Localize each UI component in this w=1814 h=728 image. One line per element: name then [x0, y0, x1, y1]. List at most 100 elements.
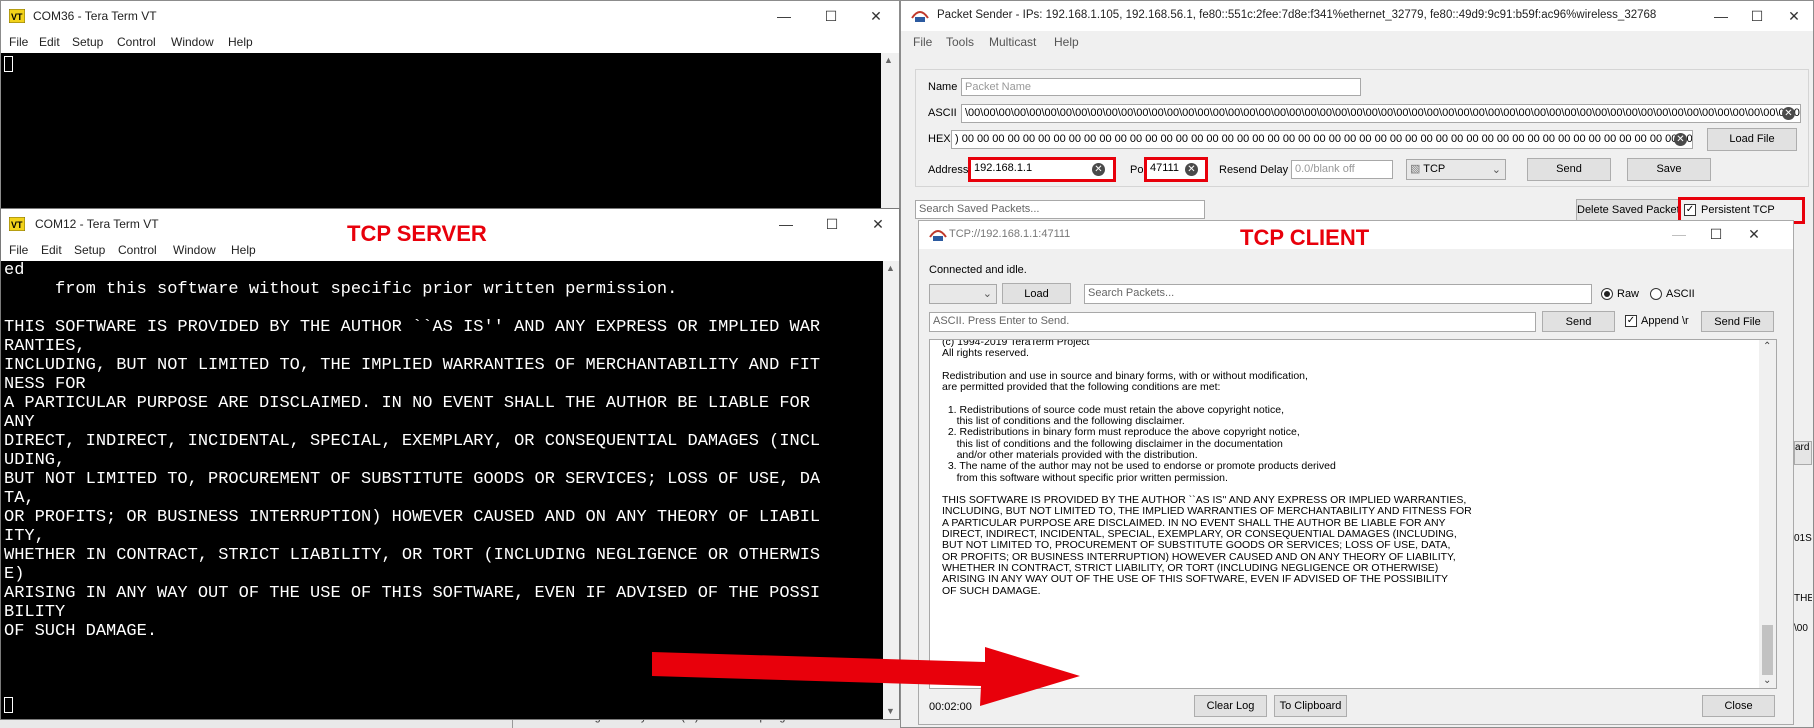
clear-ascii-icon[interactable]: ✕ [1782, 107, 1795, 120]
save-button[interactable]: Save [1627, 158, 1711, 181]
packet-sender-app-icon [929, 228, 947, 242]
close-icon[interactable]: ✕ [1739, 223, 1769, 245]
minimize-icon[interactable]: — [771, 213, 801, 235]
menu-bar: File Tools Multicast Help [901, 31, 1813, 53]
scroll-up-icon[interactable]: ⌃ [1763, 341, 1771, 352]
menu-tools[interactable]: Tools [946, 35, 974, 49]
send-text-input[interactable]: ASCII. Press Enter to Send. [929, 312, 1536, 332]
terminal-line: THIS SOFTWARE IS PROVIDED BY THE AUTHOR … [4, 318, 821, 337]
terminal-line: ARISING IN ANY WAY OUT OF THE USE OF THI… [4, 584, 821, 603]
resend-delay-label: Resend Delay [1219, 164, 1289, 176]
menu-control[interactable]: Control [118, 243, 157, 257]
to-clipboard-button[interactable]: To Clipboard [1274, 695, 1347, 717]
menu-help[interactable]: Help [1054, 35, 1079, 49]
append-cr-checkbox[interactable]: ✓ [1625, 315, 1637, 327]
table-fragment: ard [1794, 441, 1812, 465]
terminal-line: E) [4, 565, 25, 584]
send-button[interactable]: Send [1527, 158, 1611, 181]
menu-setup[interactable]: Setup [74, 243, 105, 257]
terminal-line: INCLUDING, BUT NOT LIMITED TO, THE IMPLI… [4, 356, 821, 375]
menu-window[interactable]: Window [171, 35, 214, 49]
scroll-up-icon[interactable]: ▲ [884, 55, 893, 65]
red-arrow-icon [652, 647, 1080, 706]
minimize-icon[interactable]: — [769, 5, 799, 27]
menu-edit[interactable]: Edit [41, 243, 62, 257]
minimize-icon[interactable]: — [1664, 223, 1694, 245]
raw-radio[interactable] [1601, 288, 1613, 300]
search-saved-packets-input[interactable]: Search Saved Packets... [915, 200, 1205, 219]
address-label: Address [928, 164, 969, 176]
window-title: TCP://192.168.1.1:47111 [949, 228, 1071, 240]
clear-hex-icon[interactable]: ✕ [1674, 133, 1687, 146]
menu-setup[interactable]: Setup [72, 35, 103, 49]
title-bar: Packet Sender - IPs: 192.168.1.105, 192.… [901, 1, 1813, 31]
name-label: Name [928, 81, 958, 93]
menu-file[interactable]: File [9, 35, 28, 49]
log-text: (c) 1994-2019 TeraTerm Project All rights… [942, 340, 1472, 597]
close-icon[interactable]: ✕ [1779, 5, 1809, 27]
menu-window[interactable]: Window [173, 243, 216, 257]
window-title: COM36 - Tera Term VT [33, 9, 157, 23]
terminal-line: OR PROFITS; OR BUSINESS INTERRUPTION) HO… [4, 508, 821, 527]
minimize-icon[interactable]: — [1706, 5, 1736, 27]
packet-sender-app-icon [911, 9, 929, 23]
maximize-icon[interactable]: ☐ [816, 5, 846, 27]
load-button[interactable]: Load [1002, 283, 1071, 304]
terminal-cursor [4, 56, 13, 72]
table-fragment: \00 [1794, 623, 1808, 634]
protocol-select[interactable]: ▧ TCP ⌄ [1406, 159, 1506, 180]
log-line: All rights reserved. [942, 347, 1029, 360]
terminal-area[interactable] [1, 53, 881, 214]
send-file-button[interactable]: Send File [1701, 311, 1774, 332]
svg-text:VT: VT [11, 12, 23, 22]
scroll-down-icon[interactable]: ⌄ [1763, 675, 1771, 686]
log-line: OF SUCH DAMAGE. [942, 584, 1041, 597]
maximize-icon[interactable]: ☐ [1701, 223, 1731, 245]
hex-label: HEX [928, 133, 951, 145]
clear-log-button[interactable]: Clear Log [1194, 695, 1267, 717]
menu-file[interactable]: File [9, 243, 28, 257]
window-title: COM12 - Tera Term VT [35, 217, 159, 231]
maximize-icon[interactable]: ☐ [817, 213, 847, 235]
menu-multicast[interactable]: Multicast [989, 35, 1036, 49]
menu-file[interactable]: File [913, 35, 932, 49]
packet-name-input[interactable]: Packet Name [961, 78, 1361, 96]
terminal-output: ed from this software without specific p… [4, 261, 820, 641]
menu-help[interactable]: Help [228, 35, 253, 49]
maximize-icon[interactable]: ☐ [1742, 5, 1772, 27]
scrollbar[interactable]: ▲ [881, 53, 899, 214]
send-button[interactable]: Send [1542, 311, 1615, 332]
log-line: ARISING IN ANY WAY OUT OF THE USE OF THI… [942, 573, 1449, 586]
log-line: BUT NOT LIMITED TO, PROCUREMENT OF SUBST… [942, 539, 1451, 552]
scroll-up-icon[interactable]: ▲ [886, 263, 895, 273]
delete-saved-packet-button[interactable]: Delete Saved Packet [1576, 199, 1680, 221]
table-fragment: THE [1794, 593, 1812, 604]
close-icon[interactable]: ✕ [861, 5, 891, 27]
load-file-button[interactable]: Load File [1707, 128, 1797, 151]
close-icon[interactable]: ✕ [863, 213, 893, 235]
menu-control[interactable]: Control [117, 35, 156, 49]
port-highlight [1144, 157, 1208, 182]
search-packets-input[interactable]: Search Packets... [1084, 284, 1592, 304]
ascii-radio[interactable] [1650, 288, 1662, 300]
menu-edit[interactable]: Edit [39, 35, 60, 49]
menu-bar: File Edit Setup Control Window Help [1, 31, 899, 53]
menu-help[interactable]: Help [231, 243, 256, 257]
scroll-thumb[interactable] [1762, 625, 1773, 675]
address-highlight [968, 157, 1116, 182]
hex-input[interactable]: ) 00 00 00 00 00 00 00 00 00 00 00 00 00… [951, 130, 1693, 149]
arrow-shape [652, 647, 1080, 706]
ascii-label: ASCII [1666, 288, 1695, 300]
tcp-client-annotation: TCP CLIENT [1240, 225, 1370, 250]
resend-delay-input[interactable]: 0.0/blank off [1291, 160, 1393, 179]
terminal-line: BUT NOT LIMITED TO, PROCUREMENT OF SUBST… [4, 470, 821, 489]
log-scrollbar[interactable]: ⌃ ⌄ [1759, 340, 1776, 688]
packet-select[interactable]: ⌄ [929, 284, 997, 304]
close-button[interactable]: Close [1702, 695, 1775, 717]
ascii-input[interactable]: \00\00\00\00\00\00\00\00\00\00\00\00\00\… [961, 104, 1801, 123]
log-line: 3. The name of the author may not be use… [942, 460, 1336, 473]
terminal-line: ed [4, 261, 25, 280]
terminal-line: RANTIES, [4, 337, 86, 356]
raw-label: Raw [1617, 288, 1640, 300]
